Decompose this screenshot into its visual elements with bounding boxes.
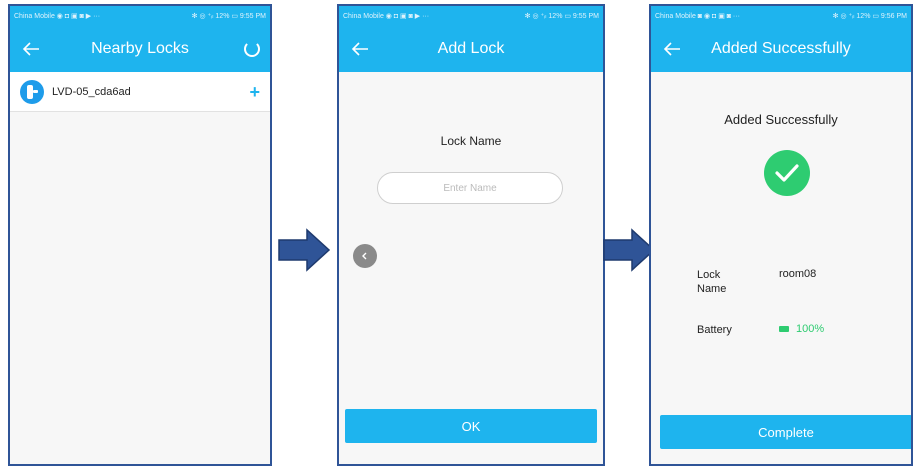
refresh-spinner-icon[interactable] [244,41,260,57]
title-bar: Nearby Locks [10,26,270,72]
status-left: China Mobile ◉ ◘ ▣ ◙ ▶ ··· [14,13,101,20]
lock-name-label: Lock Name [440,134,502,148]
status-right: ✻ ◎ ⁺ᵢₗ 12% ▭ 9:55 PM [191,13,266,20]
status-bar: China Mobile ◉ ◘ ▣ ◙ ▶ ··· ✻ ◎ ⁺ᵢₗ 12% ▭… [339,6,603,26]
flow-arrow-icon [278,228,331,272]
battery-icon [779,326,789,332]
success-heading: Added Successfully [724,112,838,127]
battery-value: 100% [796,323,825,335]
status-bar: China Mobile ◉ ◘ ▣ ◙ ▶ ··· ✻ ◎ ⁺ᵢₗ 12% ▭… [10,6,270,26]
lock-name-label: Lock Name [697,269,727,295]
phone-nearby-locks: China Mobile ◉ ◘ ▣ ◙ ▶ ··· ✻ ◎ ⁺ᵢₗ 12% ▭… [8,4,272,466]
checkmark-icon [764,150,810,196]
lock-icon [20,79,44,104]
page-title: Add Lock [437,40,505,57]
title-bar: Added Successfully [651,26,911,72]
status-bar: China Mobile ◙ ◉ ◘ ▣ ◙ ··· ✻ ◎ ⁺ᵢₗ 12% ▭… [651,6,911,26]
title-bar: Add Lock [339,26,603,72]
status-left: China Mobile ◉ ◘ ▣ ◙ ▶ ··· [343,13,430,20]
lock-name-input[interactable] [377,172,563,204]
back-arrow-icon[interactable] [349,38,371,60]
status-right: ✻ ◎ ⁺ᵢₗ 12% ▭ 9:56 PM [832,13,907,20]
list-item[interactable]: LVD-05_cda6ad + [10,72,270,112]
status-left: China Mobile ◙ ◉ ◘ ▣ ◙ ··· [655,13,740,20]
page-title: Added Successfully [711,40,851,57]
ok-button[interactable]: OK [345,409,597,443]
phone-add-lock: China Mobile ◉ ◘ ▣ ◙ ▶ ··· ✻ ◎ ⁺ᵢₗ 12% ▭… [337,4,605,466]
phone-added-successfully: China Mobile ◙ ◉ ◘ ▣ ◙ ··· ✻ ◎ ⁺ᵢₗ 12% ▭… [649,4,913,466]
battery-label: Battery [697,324,732,336]
complete-button[interactable]: Complete [660,415,911,449]
add-icon[interactable]: + [249,83,260,101]
lock-name: LVD-05_cda6ad [52,85,131,98]
chevron-left-icon[interactable] [353,244,377,268]
back-arrow-icon[interactable] [20,38,42,60]
page-title: Nearby Locks [91,40,189,57]
lock-name-value: room08 [779,268,817,280]
flow-arrow-icon [603,228,656,272]
status-right: ✻ ◎ ⁺ᵢₗ 12% ▭ 9:55 PM [524,13,599,20]
back-arrow-icon[interactable] [661,38,683,60]
battery-status: 100% [779,323,824,335]
